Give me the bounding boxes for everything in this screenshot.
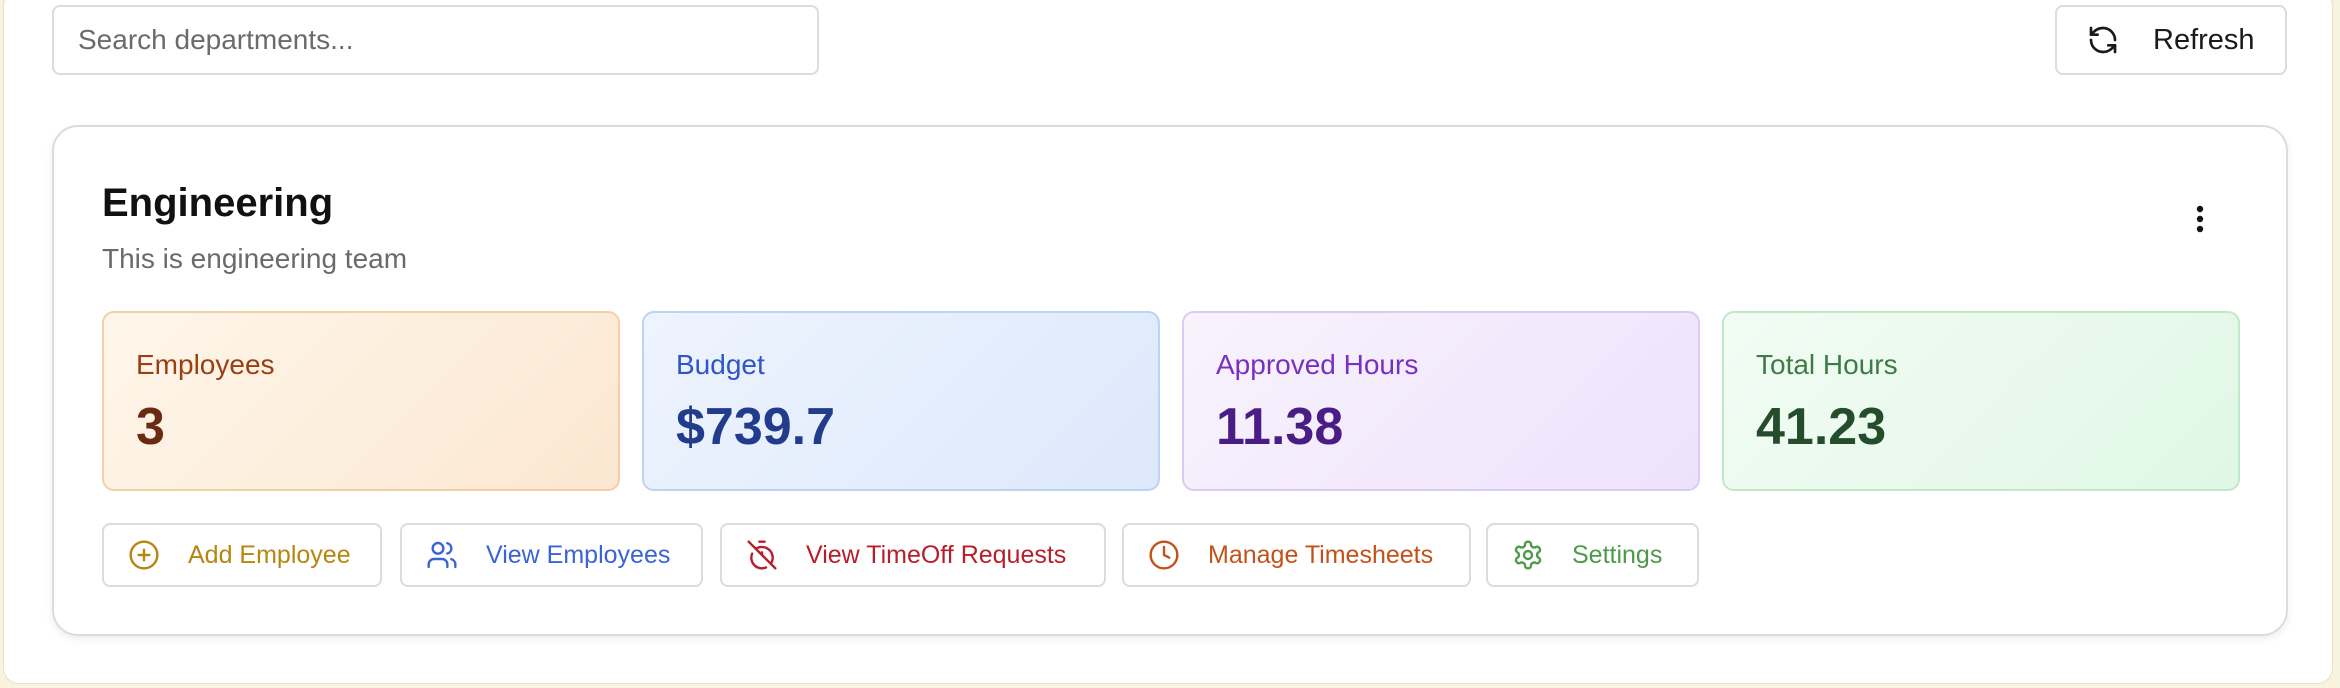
search-input[interactable] [52, 5, 819, 75]
approved-hours-stat: Approved Hours 11.38 [1182, 311, 1700, 491]
budget-stat: Budget $739.7 [642, 311, 1160, 491]
view-employees-label: View Employees [486, 540, 671, 569]
refresh-icon [2089, 26, 2117, 54]
department-name: Engineering [102, 181, 334, 225]
add-employee-label: Add Employee [188, 540, 351, 569]
gear-icon [1514, 540, 1542, 570]
budget-stat-value: $739.7 [676, 398, 836, 456]
view-timeoff-requests-label: View TimeOff Requests [806, 540, 1067, 569]
department-description: This is engineering team [102, 243, 408, 274]
settings-label: Settings [1572, 540, 1663, 569]
clock-icon [1149, 540, 1179, 570]
users-icon [427, 541, 457, 569]
employees-stat: Employees 3 [102, 311, 620, 491]
department-card: Engineering This is engineering team Emp… [52, 125, 2288, 636]
total-hours-stat: Total Hours 41.23 [1722, 311, 2240, 491]
refresh-button[interactable]: Refresh [2055, 5, 2287, 75]
plus-circle-icon [129, 540, 159, 570]
approved-hours-stat-label: Approved Hours [1216, 349, 1419, 380]
more-options-button[interactable] [2172, 191, 2228, 247]
view-timeoff-requests-button[interactable]: View TimeOff Requests [720, 523, 1106, 587]
approved-hours-stat-value: 11.38 [1216, 398, 1344, 456]
budget-stat-label: Budget [676, 349, 765, 380]
view-employees-button[interactable]: View Employees [400, 523, 703, 587]
add-employee-button[interactable]: Add Employee [102, 523, 382, 587]
employees-stat-value: 3 [136, 398, 165, 456]
total-hours-stat-value: 41.23 [1756, 398, 1887, 456]
manage-timesheets-button[interactable]: Manage Timesheets [1122, 523, 1471, 587]
employees-stat-label: Employees [136, 349, 275, 380]
settings-button[interactable]: Settings [1486, 523, 1699, 587]
refresh-label: Refresh [2153, 23, 2255, 56]
manage-timesheets-label: Manage Timesheets [1208, 540, 1434, 569]
more-vertical-icon [2196, 205, 2204, 233]
timer-off-icon [747, 540, 777, 570]
total-hours-stat-label: Total Hours [1756, 349, 1898, 380]
